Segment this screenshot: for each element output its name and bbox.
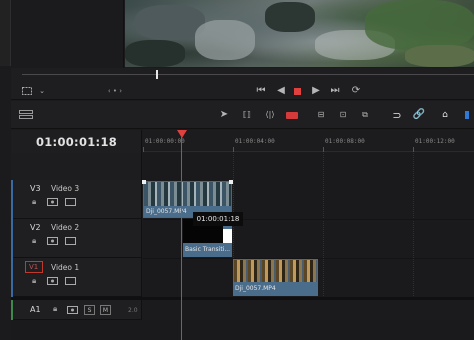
ruler-tick <box>143 147 144 152</box>
lock-icon[interactable]: 🔒︎ <box>32 276 36 286</box>
trim-icon[interactable]: ⟦⟧ <box>240 109 254 121</box>
video-preview <box>125 0 474 67</box>
ruler-label: 01:00:08:00 <box>325 138 365 145</box>
skip-end-icon[interactable]: ⏭ <box>328 85 342 97</box>
solo-button[interactable]: S <box>84 305 95 315</box>
ruler-tick <box>323 147 324 152</box>
dynamic-trim-icon[interactable]: ⟨|⟩ <box>262 109 278 121</box>
track-visibility-icon[interactable] <box>65 198 76 208</box>
track-id: A1 <box>30 305 41 314</box>
lock-icon[interactable]: 🔒︎ <box>32 236 36 246</box>
blade-icon[interactable] <box>285 109 299 121</box>
ruler-label: 01:00:00:00 <box>145 138 185 145</box>
scrubber-handle[interactable] <box>156 70 158 79</box>
lock-icon[interactable]: 🔒︎ <box>32 197 36 207</box>
ruler-label: 01:00:04:00 <box>235 138 275 145</box>
track-header-spacer <box>11 153 142 180</box>
skip-start-icon[interactable]: ⏮ <box>255 85 267 97</box>
ruler-tick <box>233 147 234 152</box>
select-icon[interactable]: ➤ <box>218 109 230 121</box>
scrubber-track[interactable] <box>22 74 474 75</box>
track-id: V3 <box>30 184 41 193</box>
audio-level: 2.0 <box>128 307 138 314</box>
ruler-label: 01:00:12:00 <box>415 138 455 145</box>
drag-timecode-tooltip: 01:00:01:18 <box>193 212 243 226</box>
track-visibility-icon[interactable] <box>65 277 76 287</box>
auto-select-icon[interactable] <box>67 306 78 316</box>
ruler-tick <box>413 147 414 152</box>
timeline-clip-v1[interactable]: Dji_0057.MP4 <box>233 259 318 296</box>
timeline-view-icon[interactable] <box>18 109 34 121</box>
track-name: Video 3 <box>51 184 80 193</box>
left-edge-strip <box>0 0 11 66</box>
lock-icon[interactable]: ⌂ <box>440 109 450 121</box>
play-icon[interactable]: ▶ <box>310 85 322 97</box>
track-id: V1 <box>29 263 39 271</box>
replace-icon[interactable]: ⧉ <box>358 109 372 121</box>
snap-icon[interactable]: ⊃ <box>390 108 404 122</box>
grid-line <box>413 153 414 298</box>
insert-icon[interactable]: ⊟ <box>314 109 328 121</box>
auto-select-icon[interactable] <box>47 277 58 287</box>
track-color-bar <box>11 180 13 219</box>
auto-select-icon[interactable] <box>47 198 58 208</box>
flag-icon[interactable] <box>462 109 472 121</box>
viewer-left-panel <box>0 0 124 68</box>
step-back-icon[interactable]: ◀ <box>275 85 287 97</box>
clip-handle[interactable] <box>142 180 146 184</box>
playhead-line[interactable] <box>181 137 182 340</box>
chevron-down-icon[interactable]: ⌄ <box>37 86 47 96</box>
clip-handle[interactable] <box>229 180 233 184</box>
timeline-empty-area <box>11 320 474 340</box>
clip-name: Dji_0057.MP4 <box>235 285 276 292</box>
lock-icon[interactable]: 🔒︎ <box>53 304 57 314</box>
view-options-icon[interactable] <box>21 86 33 96</box>
track-name: Video 2 <box>51 223 80 232</box>
playhead-marker[interactable] <box>177 130 187 138</box>
track-color-bar <box>11 219 13 258</box>
transport-bar <box>11 82 474 100</box>
overwrite-icon[interactable]: ⊡ <box>336 109 350 121</box>
grid-line <box>323 153 324 298</box>
track-visibility-icon[interactable] <box>65 237 76 247</box>
track-name: Video 1 <box>51 263 80 272</box>
clip-nav-icon[interactable]: ‹ • › <box>102 86 128 96</box>
mute-button[interactable]: M <box>100 305 111 315</box>
current-timecode: 01:00:01:18 <box>35 135 118 149</box>
track-id: V2 <box>30 223 41 232</box>
track-color-bar <box>11 300 13 320</box>
loop-icon[interactable]: ⟳ <box>349 85 363 97</box>
audio-track-lane[interactable] <box>143 300 474 320</box>
link-icon[interactable]: 🔗 <box>412 108 426 122</box>
clip-name: Basic Transiti... <box>185 246 231 253</box>
auto-select-icon[interactable] <box>47 237 58 247</box>
track-color-bar <box>11 258 13 297</box>
stop-icon[interactable] <box>292 86 302 96</box>
viewer-scrubber[interactable] <box>11 68 474 82</box>
